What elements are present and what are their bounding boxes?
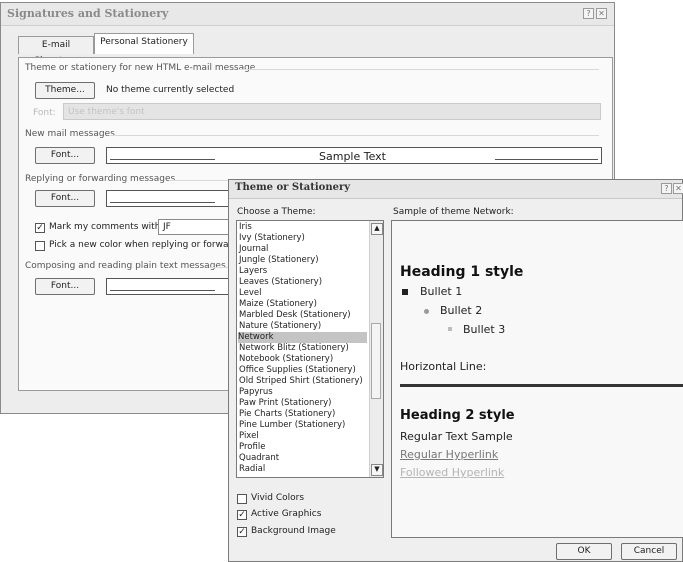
signatures-title-bar: Signatures and Stationery ? ✕ bbox=[1, 3, 614, 26]
list-item[interactable]: Pie Charts (Stationery) bbox=[239, 409, 335, 420]
new-mail-group-label: New mail messages bbox=[25, 129, 115, 139]
list-item[interactable]: Jungle (Stationery) bbox=[239, 255, 319, 266]
tab-personal-stationery[interactable]: Personal Stationery bbox=[94, 33, 194, 54]
plain-font-button[interactable]: Font... bbox=[35, 278, 95, 295]
list-item[interactable]: Journal bbox=[239, 244, 268, 255]
pick-color-checkbox[interactable] bbox=[35, 241, 45, 251]
list-item[interactable]: Profile bbox=[239, 442, 265, 453]
pick-color-label: Pick a new color when replying or forwar… bbox=[49, 240, 252, 250]
vivid-colors-checkbox[interactable] bbox=[237, 494, 247, 504]
preview-bullet2: Bullet 2 bbox=[440, 304, 483, 317]
background-image-checkbox[interactable]: ✓ bbox=[237, 527, 247, 537]
theme-button[interactable]: Theme... bbox=[35, 82, 95, 99]
list-item[interactable]: Papyrus bbox=[239, 387, 273, 398]
list-item[interactable]: Leaves (Stationery) bbox=[239, 277, 322, 288]
reply-font-button[interactable]: Font... bbox=[35, 190, 95, 207]
list-item[interactable]: Marbled Desk (Stationery) bbox=[239, 310, 351, 321]
bullet2-icon bbox=[424, 309, 429, 314]
list-item[interactable]: Nature (Stationery) bbox=[239, 321, 321, 332]
scroll-down-icon[interactable]: ▼ bbox=[371, 464, 383, 476]
theme-font-select[interactable]: Use theme's font bbox=[63, 103, 601, 120]
mark-comments-value: JF bbox=[163, 222, 171, 232]
list-item[interactable]: Pine Lumber (Stationery) bbox=[239, 420, 345, 431]
preview-heading1: Heading 1 style bbox=[400, 264, 524, 280]
list-item[interactable]: Maize (Stationery) bbox=[239, 299, 317, 310]
theme-list[interactable]: Iris Ivy (Stationery) Journal Jungle (St… bbox=[236, 220, 384, 478]
background-image-label: Background Image bbox=[251, 526, 336, 536]
theme-status: No theme currently selected bbox=[106, 85, 235, 95]
list-item[interactable]: Radial bbox=[239, 464, 265, 475]
list-item[interactable]: Pixel bbox=[239, 431, 259, 442]
list-item[interactable]: Paw Print (Stationery) bbox=[239, 398, 331, 409]
scroll-thumb[interactable] bbox=[371, 323, 381, 399]
active-graphics-checkbox[interactable]: ✓ bbox=[237, 510, 247, 520]
list-item[interactable]: Quadrant bbox=[239, 453, 279, 464]
signatures-title: Signatures and Stationery bbox=[7, 7, 169, 20]
vivid-colors-label: Vivid Colors bbox=[251, 493, 305, 503]
new-mail-font-button[interactable]: Font... bbox=[35, 147, 95, 164]
list-item[interactable]: Level bbox=[239, 288, 261, 299]
list-item[interactable]: Office Supplies (Stationery) bbox=[239, 365, 356, 376]
list-item[interactable]: Ivy (Stationery) bbox=[239, 233, 305, 244]
theme-preview: Heading 1 style Bullet 1 Bullet 2 Bullet… bbox=[391, 220, 683, 538]
mark-comments-checkbox[interactable]: ✓ bbox=[35, 223, 45, 233]
preview-bullet1: Bullet 1 bbox=[420, 285, 463, 298]
theme-font-placeholder: Use theme's font bbox=[68, 107, 145, 117]
cancel-button[interactable]: Cancel bbox=[621, 543, 677, 560]
preview-bullet3: Bullet 3 bbox=[463, 323, 506, 336]
active-graphics-label: Active Graphics bbox=[251, 509, 322, 519]
theme-group-label: Theme or stationery for new HTML e-mail … bbox=[25, 63, 256, 73]
choose-theme-label: Choose a Theme: bbox=[237, 207, 316, 217]
help-icon[interactable]: ? bbox=[583, 8, 594, 19]
ok-button[interactable]: OK bbox=[556, 543, 612, 560]
list-item[interactable]: Network Blitz (Stationery) bbox=[239, 343, 349, 354]
help-icon[interactable]: ? bbox=[661, 183, 672, 194]
scroll-up-icon[interactable]: ▲ bbox=[371, 223, 383, 235]
theme-list-scrollbar[interactable]: ▲ ▼ bbox=[369, 221, 383, 477]
preview-hline-label: Horizontal Line: bbox=[400, 360, 487, 373]
font-label: Font: bbox=[33, 108, 56, 118]
new-mail-sample-text: Sample Text bbox=[319, 150, 386, 163]
mark-comments-label: Mark my comments with: bbox=[49, 222, 164, 232]
preview-horizontal-line bbox=[400, 384, 683, 387]
list-item[interactable]: Notebook (Stationery) bbox=[239, 354, 333, 365]
reply-group-label: Replying or forwarding messages bbox=[25, 174, 176, 184]
new-mail-sample: Sample Text bbox=[106, 147, 602, 164]
theme-title-bar: Theme or Stationery ? ✕ bbox=[229, 180, 683, 199]
theme-stationery-dialog: Theme or Stationery ? ✕ Choose a Theme: … bbox=[228, 179, 683, 562]
close-icon[interactable]: ✕ bbox=[596, 8, 607, 19]
group-divider bbox=[239, 69, 599, 70]
plain-text-group-label: Composing and reading plain text message… bbox=[25, 261, 226, 271]
sample-label: Sample of theme Network: bbox=[393, 207, 514, 217]
close-icon[interactable]: ✕ bbox=[673, 183, 683, 194]
theme-dialog-title: Theme or Stationery bbox=[235, 182, 351, 193]
group-divider bbox=[109, 135, 599, 136]
preview-regular-link[interactable]: Regular Hyperlink bbox=[400, 448, 498, 461]
list-item[interactable]: Layers bbox=[239, 266, 267, 277]
list-item[interactable]: Iris bbox=[239, 222, 252, 233]
list-item[interactable]: Old Striped Shirt (Stationery) bbox=[239, 376, 363, 387]
preview-regular-text: Regular Text Sample bbox=[400, 430, 513, 443]
tab-email-signature[interactable]: E-mail Signature bbox=[18, 36, 94, 66]
list-item-selected[interactable]: Network bbox=[238, 332, 367, 343]
preview-heading2: Heading 2 style bbox=[400, 408, 515, 423]
bullet3-icon bbox=[448, 327, 452, 331]
bullet1-icon bbox=[402, 289, 408, 295]
preview-followed-link[interactable]: Followed Hyperlink bbox=[400, 466, 504, 479]
